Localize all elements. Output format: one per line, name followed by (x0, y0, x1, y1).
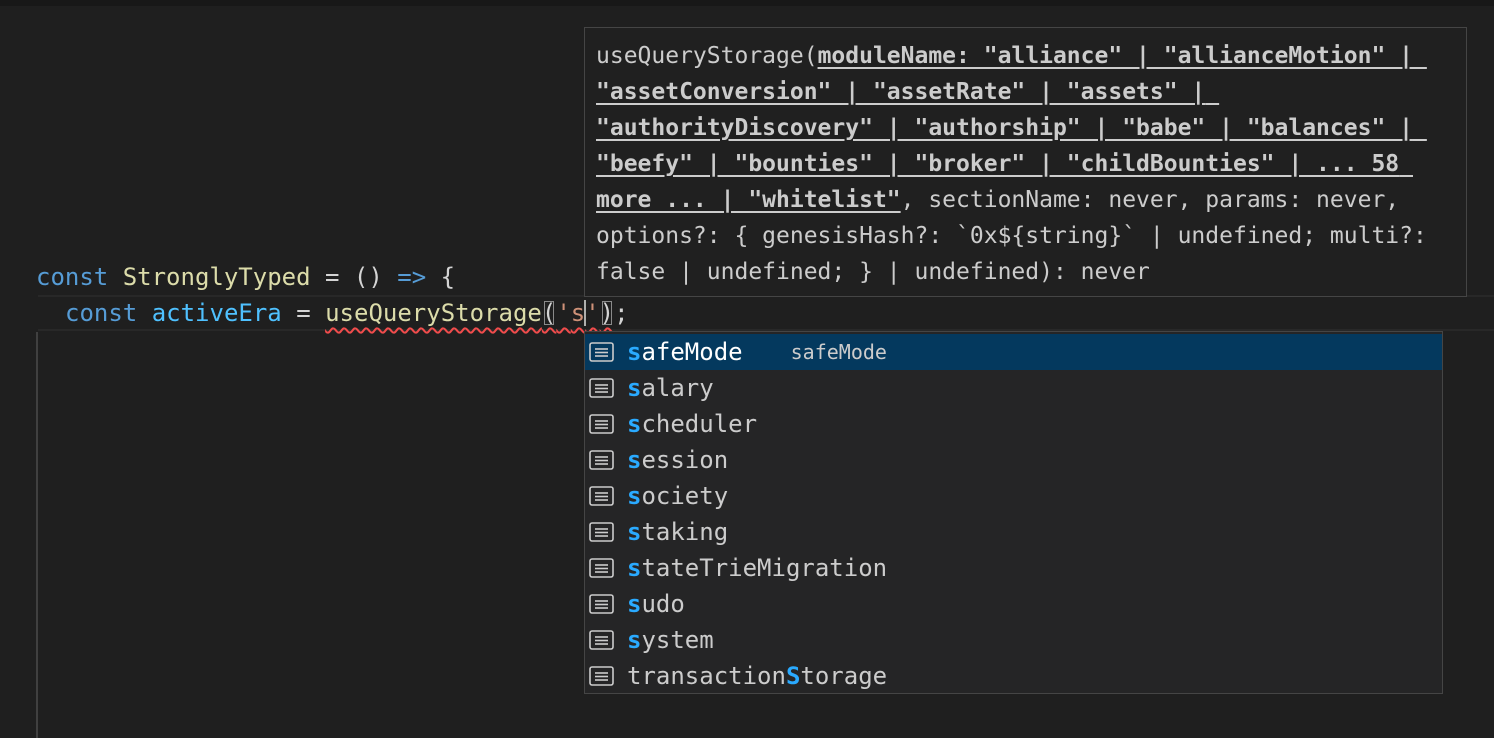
suggestion-item[interactable]: safeMode safeMode (585, 334, 1442, 370)
signature-fn-name: useQueryStorage( (596, 43, 818, 69)
suggestion-label: stateTrieMigration (627, 550, 887, 586)
suggestion-item[interactable]: staking (585, 514, 1442, 550)
suggestion-label-rest: afeMode (641, 338, 743, 366)
suggest-widget[interactable]: safeMode safeMode salary scheduler session so… (584, 331, 1443, 694)
suggestion-item[interactable]: transactionStorage (585, 658, 1442, 694)
suggestion-match-highlight: s (627, 374, 642, 402)
suggestion-label-rest: cheduler (641, 410, 758, 438)
text-icon (589, 486, 614, 506)
suggestion-detail: safeMode (790, 340, 887, 364)
suggestion-label-rest: ystem (641, 626, 714, 654)
close-paren: ) (599, 299, 615, 327)
suggestion-match-highlight: s (627, 338, 642, 366)
suggestion-match-highlight: s (627, 446, 642, 474)
suggestion-label-rest: alary (641, 374, 714, 402)
text-icon (589, 450, 614, 470)
suggestion-match-highlight: s (627, 482, 642, 510)
quote-open: ' (556, 299, 571, 327)
suggestion-label-rest: ession (641, 446, 729, 474)
error-squiggle-call: useQueryStorage('s') (325, 299, 614, 327)
suggestion-label: salary (627, 370, 714, 406)
text-icon (589, 378, 614, 398)
parens: () (353, 263, 383, 291)
suggestion-label: safeMode (627, 334, 743, 370)
semicolon: ; (614, 299, 629, 327)
suggestion-item[interactable]: sudo (585, 586, 1442, 622)
text-icon (589, 414, 614, 434)
text-icon (589, 594, 614, 614)
open-brace: { (440, 263, 456, 291)
suggestion-match-highlight: s (627, 554, 642, 582)
text-icon (589, 630, 614, 650)
identifier-active-era: activeEra (151, 299, 282, 327)
suggestion-list[interactable]: safeMode safeMode salary scheduler session so… (585, 334, 1442, 694)
suggestion-item[interactable]: session (585, 442, 1442, 478)
suggestion-label: session (627, 442, 728, 478)
typed-text: s (570, 299, 586, 327)
text-icon (589, 558, 614, 578)
assign-operator: = (296, 299, 311, 327)
suggestion-match-highlight: s (627, 518, 642, 546)
keyword-const: const (65, 299, 138, 327)
suggestion-label-rest: tateTrieMigration (641, 554, 888, 582)
suggestion-label: sudo (627, 586, 685, 622)
quote-close: ' (585, 299, 600, 327)
suggestion-match-highlight: S (785, 662, 801, 690)
suggestion-match-highlight: s (627, 410, 642, 438)
suggestion-label-prefix: transaction (627, 662, 786, 690)
suggestion-label: staking (627, 514, 728, 550)
suggestion-label-rest: torage (800, 662, 888, 690)
suggestion-item[interactable]: salary (585, 370, 1442, 406)
top-strip (0, 0, 1494, 6)
suggestion-item[interactable]: scheduler (585, 406, 1442, 442)
text-icon (589, 522, 614, 542)
code-line-2[interactable]: const activeEra = useQueryStorage('s'); (65, 295, 629, 331)
suggestion-label: society (627, 478, 728, 514)
suggestion-label-rest: udo (641, 590, 685, 618)
text-icon (589, 666, 614, 686)
suggestion-label-rest: taking (641, 518, 729, 546)
identifier-use-query-storage: useQueryStorage (325, 299, 542, 327)
suggestion-item[interactable]: stateTrieMigration (585, 550, 1442, 586)
identifier-strongly-typed: StronglyTyped (122, 263, 311, 291)
suggestion-label: scheduler (627, 406, 757, 442)
suggestion-match-highlight: s (627, 626, 642, 654)
suggestion-label-rest: ociety (641, 482, 729, 510)
suggestion-item[interactable]: society (585, 478, 1442, 514)
text-icon (589, 342, 614, 362)
code-line-1[interactable]: const StronglyTyped = () => { (36, 259, 455, 295)
open-paren: ( (541, 299, 557, 327)
indent-guide (36, 332, 38, 738)
parameter-hints-widget: useQueryStorage(moduleName: "alliance" |… (584, 27, 1467, 297)
suggestion-item[interactable]: system (585, 622, 1442, 658)
suggestion-label: system (627, 622, 714, 658)
keyword-const: const (36, 263, 109, 291)
suggestion-label: transactionStorage (627, 658, 887, 694)
suggestion-match-highlight: s (627, 590, 642, 618)
arrow-operator: => (397, 263, 427, 291)
assign-operator: = (325, 263, 340, 291)
